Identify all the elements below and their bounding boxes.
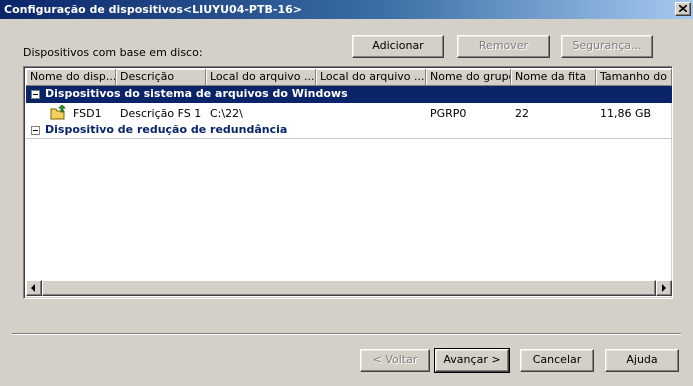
group-header-dedup[interactable]: Dispositivo de redução de redundância bbox=[26, 122, 672, 139]
group-label: Dispositivo de redução de redundância bbox=[45, 123, 288, 136]
scroll-left-button[interactable] bbox=[26, 280, 42, 296]
collapse-icon[interactable] bbox=[31, 126, 40, 135]
window-title: Configuração de dispositivos<LIUYU04-PTB… bbox=[4, 3, 302, 16]
device-file-location: C:\22\ bbox=[210, 107, 243, 120]
remove-button-label: Remover bbox=[478, 39, 529, 52]
help-button-label: Ajuda bbox=[626, 353, 658, 366]
cancel-button-label: Cancelar bbox=[532, 353, 582, 366]
column-header-tape-name[interactable]: Nome da fita bbox=[511, 69, 596, 86]
arrow-left-icon bbox=[31, 284, 35, 292]
remove-button[interactable]: Remover bbox=[457, 35, 550, 58]
folder-device-icon bbox=[50, 105, 66, 120]
column-header-description[interactable]: Descrição bbox=[116, 69, 206, 86]
back-button-label: < Voltar bbox=[372, 353, 418, 366]
disk-devices-label: Dispositivos com base em disco: bbox=[23, 46, 203, 59]
footer-separator bbox=[12, 333, 681, 335]
group-header-windows-fs[interactable]: Dispositivos do sistema de arquivos do W… bbox=[26, 86, 672, 103]
device-description: Descrição FS 1 bbox=[120, 107, 202, 120]
horizontal-scrollbar[interactable] bbox=[26, 280, 672, 296]
security-button-label: Segurança... bbox=[572, 39, 642, 52]
title-bar: Configuração de dispositivos<LIUYU04-PTB… bbox=[0, 0, 693, 19]
column-header-group-name[interactable]: Nome do grupo bbox=[426, 69, 511, 86]
add-button[interactable]: Adicionar bbox=[352, 35, 444, 58]
collapse-icon[interactable] bbox=[31, 90, 40, 99]
device-volume-size: 11,86 GB bbox=[600, 107, 652, 120]
next-button-label: Avançar > bbox=[443, 353, 501, 366]
close-button[interactable] bbox=[675, 2, 691, 16]
cancel-button[interactable]: Cancelar bbox=[520, 349, 594, 372]
add-button-label: Adicionar bbox=[372, 39, 424, 52]
help-button[interactable]: Ajuda bbox=[605, 349, 679, 372]
close-icon bbox=[679, 5, 687, 12]
device-name: FSD1 bbox=[73, 107, 102, 120]
column-header-volume-size[interactable]: Tamanho do vo bbox=[596, 69, 672, 86]
list-item[interactable]: FSD1 Descrição FS 1 C:\22\ PGRP0 22 11,8… bbox=[26, 105, 672, 122]
column-header-file-location-2[interactable]: Local do arquivo ... bbox=[316, 69, 426, 86]
scroll-right-button[interactable] bbox=[656, 280, 672, 296]
device-group-name: PGRP0 bbox=[430, 107, 467, 120]
column-header-row: Nome do disp... Descrição Local do arqui… bbox=[26, 69, 672, 86]
column-header-device-name[interactable]: Nome do disp... bbox=[26, 69, 116, 86]
back-button[interactable]: < Voltar bbox=[360, 349, 430, 372]
devices-list[interactable]: Nome do disp... Descrição Local do arqui… bbox=[23, 66, 673, 299]
security-button[interactable]: Segurança... bbox=[561, 35, 653, 58]
scrollbar-thumb[interactable] bbox=[42, 280, 656, 296]
arrow-right-icon bbox=[662, 284, 666, 292]
group-label: Dispositivos do sistema de arquivos do W… bbox=[45, 87, 348, 100]
device-tape-name: 22 bbox=[515, 107, 529, 120]
column-header-file-location[interactable]: Local do arquivo ... bbox=[206, 69, 316, 86]
next-button[interactable]: Avançar > bbox=[434, 348, 510, 373]
